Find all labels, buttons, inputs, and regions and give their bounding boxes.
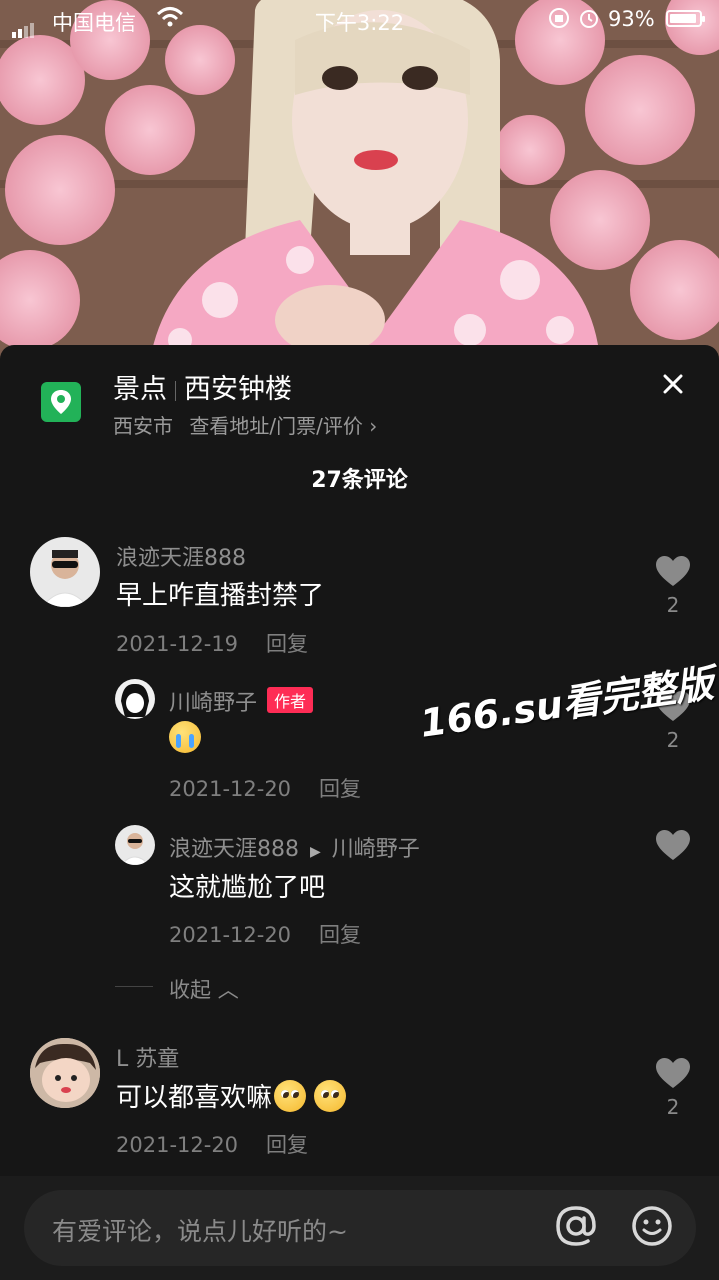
location-detail-link[interactable]: 查看地址/门票/评价 — [189, 414, 362, 438]
like-button[interactable] — [648, 829, 698, 867]
like-count: 2 — [666, 1095, 680, 1119]
pleading-face-emoji — [314, 1080, 347, 1112]
comment-username[interactable]: L 苏童 — [116, 1041, 179, 1073]
chevron-right-icon: › — [369, 414, 378, 438]
comment-meta: 2021-12-20 回复 — [116, 1129, 308, 1159]
pleading-face-emoji — [274, 1080, 307, 1112]
location-pin-icon — [41, 382, 81, 422]
avatar[interactable] — [115, 825, 155, 865]
collapse-divider — [115, 986, 153, 987]
reply-button[interactable]: 回复 — [319, 923, 361, 947]
collapse-button[interactable]: 收起 ︿ — [169, 974, 239, 1004]
reply-to-name: 川崎野子 — [331, 837, 420, 862]
reply-button[interactable]: 回复 — [266, 1133, 308, 1157]
close-icon — [663, 374, 683, 394]
status-bar: 中国电信 下午3:22 93% — [0, 0, 719, 40]
reply-text[interactable] — [169, 721, 201, 754]
battery-percent: 93% — [608, 7, 655, 31]
comment-text[interactable]: 可以都喜欢嘛 — [116, 1077, 347, 1114]
like-count: 2 — [666, 593, 680, 617]
reply-username[interactable]: 川崎野子 作者 — [169, 685, 314, 717]
reply-arrow-icon: ▶ — [310, 844, 321, 860]
mention-button[interactable] — [554, 1204, 598, 1248]
reply-user-name: 川崎野子 — [169, 691, 258, 716]
photo-illustration — [0, 0, 719, 360]
reply-date: 2021-12-20 — [169, 777, 292, 801]
at-icon — [556, 1206, 596, 1246]
reply-meta: 2021-12-20 回复 — [169, 773, 361, 803]
close-button[interactable] — [658, 369, 688, 399]
heart-icon — [656, 556, 690, 586]
location-subtitle[interactable]: 西安市 查看地址/门票/评价 › — [113, 410, 377, 439]
comment-sheet: 景点 西安钟楼 西安市 查看地址/门票/评价 › 27条评论 浪迹天涯888 早上… — [0, 345, 719, 1280]
reply-meta: 2021-12-20 回复 — [169, 919, 361, 949]
avatar[interactable] — [30, 537, 100, 607]
battery-fill — [670, 14, 696, 23]
lock-rotation-icon — [549, 8, 598, 28]
reply-text[interactable]: 这就尴尬了吧 — [169, 867, 325, 904]
comment-count: 27条评论 — [311, 468, 408, 493]
crying-laughing-emoji — [169, 721, 201, 753]
battery-icon — [666, 10, 705, 27]
comment-text[interactable]: 早上咋直播封禁了 — [116, 575, 324, 612]
reply-button[interactable]: 回复 — [266, 632, 308, 656]
collapse-label: 收起 — [169, 978, 211, 1002]
heart-icon — [656, 830, 690, 860]
like-button[interactable]: 2 — [648, 555, 698, 617]
chevron-up-icon: ︿ — [217, 978, 239, 1002]
comment-meta: 2021-12-19 回复 — [116, 628, 308, 658]
avatar[interactable] — [115, 679, 155, 719]
comment-input-bar: 有爱评论，说点儿好听的~ — [0, 1176, 719, 1280]
comment-input-placeholder: 有爱评论，说点儿好听的~ — [52, 1217, 348, 1246]
author-badge: 作者 — [267, 687, 314, 713]
comment-date: 2021-12-20 — [116, 1133, 239, 1157]
location-title[interactable]: 景点 西安钟楼 — [113, 367, 292, 406]
location-category: 景点 — [113, 374, 167, 405]
reply-user-name: 浪迹天涯888 — [169, 837, 299, 862]
reply-button[interactable]: 回复 — [319, 777, 361, 801]
heart-icon — [656, 1058, 690, 1088]
like-count: 2 — [666, 728, 680, 752]
like-button[interactable]: 2 — [648, 1057, 698, 1119]
video-photo[interactable] — [0, 0, 719, 360]
reply-username[interactable]: 浪迹天涯888 ▶ 川崎野子 — [169, 831, 420, 863]
title-divider — [175, 380, 176, 401]
reply-date: 2021-12-20 — [169, 923, 292, 947]
smiley-icon — [632, 1206, 672, 1246]
emoji-button[interactable] — [630, 1204, 674, 1248]
location-city: 西安市 — [113, 414, 173, 438]
avatar[interactable] — [30, 1038, 100, 1108]
location-name: 西安钟楼 — [184, 374, 292, 405]
comment-username[interactable]: 浪迹天涯888 — [116, 540, 246, 572]
comment-input[interactable]: 有爱评论，说点儿好听的~ — [24, 1190, 696, 1266]
comment-text-content: 可以都喜欢嘛 — [116, 1083, 273, 1113]
comment-date: 2021-12-19 — [116, 632, 239, 656]
